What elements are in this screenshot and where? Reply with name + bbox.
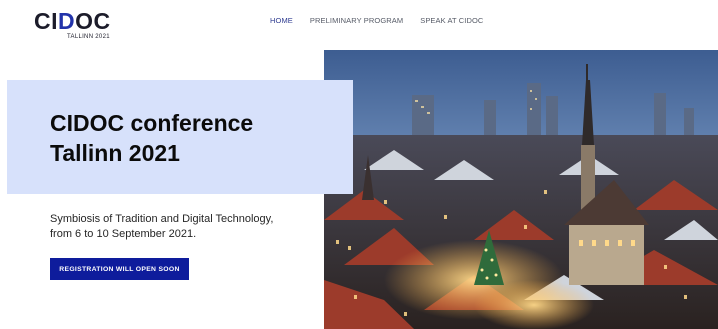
hero-tagline: Symbiosis of Tradition and Digital Techn…: [50, 213, 274, 240]
registration-button[interactable]: REGISTRATION WILL OPEN SOON: [50, 258, 189, 280]
site-logo[interactable]: CIDOC TALLINN 2021: [34, 8, 124, 40]
logo-d-mark: D: [58, 8, 76, 34]
hero-image-tallinn: [324, 50, 718, 329]
nav-speak-at-cidoc[interactable]: SPEAK AT CIDOC: [420, 16, 483, 25]
hero-title-card: CIDOC conference Tallinn 2021: [7, 80, 353, 194]
logo-wordmark: CIDOC: [34, 8, 111, 34]
page-title: CIDOC conference Tallinn 2021: [50, 110, 254, 166]
logo-subtitle: TALLINN 2021: [67, 34, 110, 40]
nav-home[interactable]: HOME: [270, 16, 293, 25]
main-nav: HOME PRELIMINARY PROGRAM SPEAK AT CIDOC: [270, 16, 500, 25]
nav-preliminary-program[interactable]: PRELIMINARY PROGRAM: [310, 16, 403, 25]
